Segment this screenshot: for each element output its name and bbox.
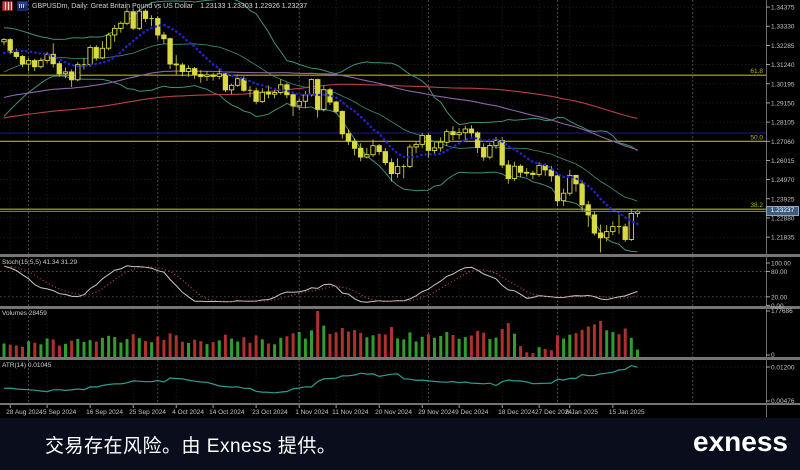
mt-logo-icon	[2, 1, 13, 11]
price-tick-label: 1.33330	[771, 24, 795, 31]
date-tick-label: 20 Nov 2024	[375, 409, 412, 416]
fib-level-label: 50.0	[750, 134, 763, 141]
price-tick-label: 1.26015	[771, 158, 795, 165]
stoch-tick-label: 20.00	[771, 294, 788, 301]
chart-title-bar: GBPUSDm, Daily: Great Britain Pound vs U…	[2, 1, 307, 11]
atr-tick-label: 0.01200	[771, 365, 795, 372]
volume-tick-label: 177686	[771, 308, 793, 315]
price-tick-label: 1.28105	[771, 120, 795, 127]
exness-logo: exness	[693, 426, 788, 462]
chart-symbol-title: GBPUSDm, Daily: Great Britain Pound vs U…	[32, 3, 193, 10]
stoch-tick-label: 100.00	[771, 261, 791, 268]
price-tick-label: 1.24970	[771, 177, 795, 184]
price-tick-label: 1.31240	[771, 62, 795, 69]
date-tick-label: 15 Jan 2025	[609, 409, 645, 416]
date-tick-label: 29 Nov 2024	[418, 409, 455, 416]
price-tick-label: 1.22880	[771, 215, 795, 222]
price-tick-label: 1.21835	[771, 235, 795, 242]
price-tick-label: 1.29150	[771, 100, 795, 107]
date-tick-label: 18 Dec 2024	[498, 409, 535, 416]
volumes-indicator-label: Volumes 28459	[2, 310, 47, 317]
atr-indicator-label: ATR(14) 0.01045	[2, 362, 51, 369]
date-tick-label: 25 Sep 2024	[129, 409, 166, 416]
date-tick-label: 1 Nov 2024	[295, 409, 329, 416]
date-tick-label: 4 Oct 2024	[172, 409, 204, 416]
candlestick-chart-icon	[17, 1, 28, 11]
date-tick-label: 14 Oct 2024	[209, 409, 245, 416]
date-tick-label: 9 Dec 2024	[455, 409, 489, 416]
stochastic-indicator-label: Stoch(15,5,5) 41.34 31.29	[2, 259, 77, 266]
date-tick-label: 23 Oct 2024	[252, 409, 288, 416]
risk-disclaimer: 交易存在风险。由 Exness 提供。	[45, 431, 336, 458]
price-tick-label: 1.32285	[771, 43, 795, 50]
chart-canvas[interactable]: 61.8 50.0 38.2 1.34375 1.33330 1.32285 1.31240…	[0, 0, 800, 418]
price-tick-label: 1.34375	[771, 5, 795, 12]
stoch-tick-label: 80.00	[771, 269, 788, 276]
price-tick-label: 1.23925	[771, 196, 795, 203]
date-tick-label: 16 Sep 2024	[86, 409, 123, 416]
date-tick-label: 11 Nov 2024	[332, 409, 369, 416]
date-tick-label: 6 Jan 2025	[566, 409, 599, 416]
current-price-badge: 1.23237	[766, 206, 799, 216]
footer-bar: 交易存在风险。由 Exness 提供。 exness	[0, 418, 800, 470]
fib-level-label: 61.8	[750, 68, 763, 75]
ohlc-values: 1.23133 1.23303 1.22926 1.23237	[200, 3, 307, 10]
atr-tick-label: 0.00476	[771, 398, 795, 405]
date-tick-label: 5 Sep 2024	[43, 409, 77, 416]
fib-level-label: 38.2	[750, 202, 763, 209]
date-tick-label: 28 Aug 2024	[6, 409, 43, 416]
price-tick-label: 1.30195	[771, 81, 795, 88]
volume-tick-label: 0	[771, 352, 775, 359]
trading-app-window: 61.8 50.0 38.2 1.34375 1.33330 1.32285 1.31240…	[0, 0, 800, 470]
price-tick-label: 1.27060	[771, 139, 795, 146]
